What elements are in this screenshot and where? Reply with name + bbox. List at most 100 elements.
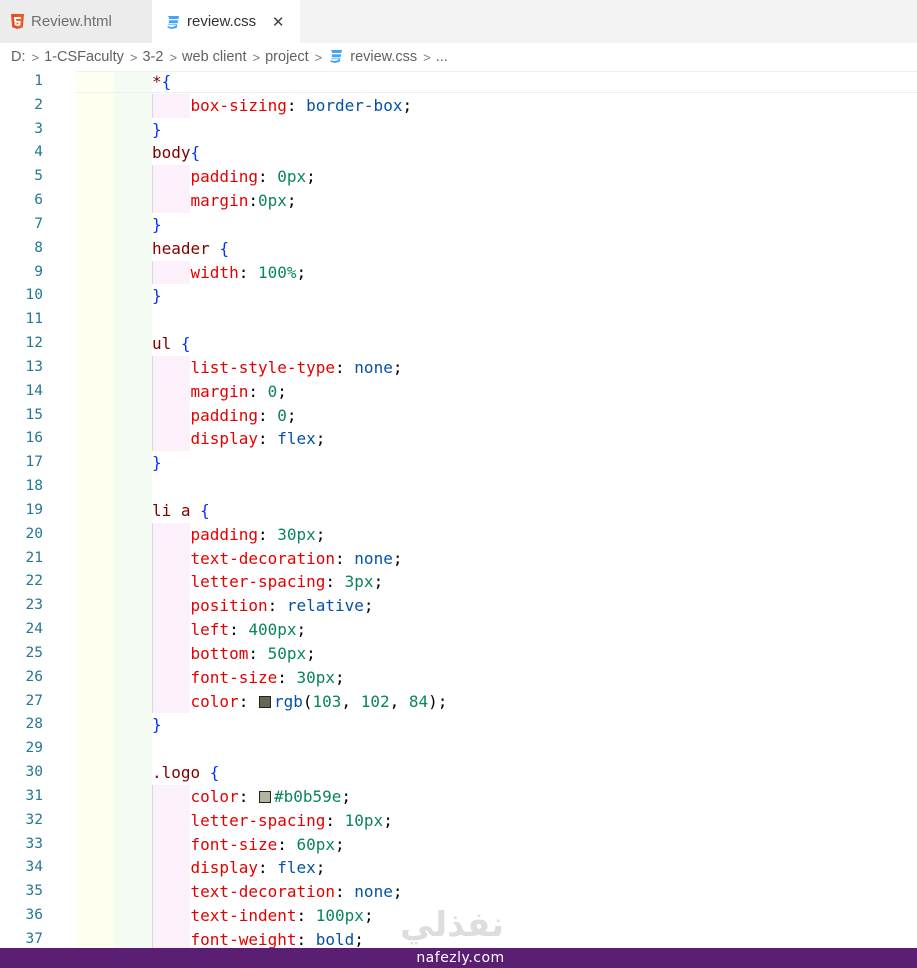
semicolon: ; (296, 262, 307, 282)
css-property: color (190, 691, 239, 711)
semicolon: ; (437, 691, 448, 711)
code-line[interactable]: header { (152, 237, 229, 261)
css-property: list-style-type (190, 357, 336, 377)
semicolon: ; (335, 834, 345, 854)
code-line[interactable]: *{ (152, 71, 171, 94)
breadcrumb-item[interactable]: 1-CSFaculty (44, 49, 124, 65)
code-line[interactable]: list-style-type: none; (152, 356, 403, 380)
code-line[interactable]: } (152, 451, 162, 475)
line-number: 31 (25, 787, 43, 804)
line-number: 11 (25, 311, 43, 328)
code-line[interactable]: display: flex; (152, 427, 326, 451)
code-line[interactable]: left: 400px; (152, 618, 307, 642)
watermark-logo: نفذلي (400, 905, 505, 945)
code-line[interactable]: letter-spacing: 3px; (152, 570, 384, 594)
code-line[interactable]: } (152, 118, 162, 142)
color-swatch-icon[interactable] (258, 790, 271, 803)
tab-review-html[interactable]: Review.html (0, 0, 152, 43)
code-line[interactable]: margin: 0; (152, 380, 287, 404)
breadcrumb-item[interactable]: project (265, 49, 309, 65)
semicolon: ; (392, 882, 403, 902)
colon: : (267, 596, 287, 616)
breadcrumb-ellipsis[interactable]: ... (436, 49, 448, 65)
css-number: 102 (360, 691, 390, 711)
semicolon: ; (315, 524, 326, 544)
code-line[interactable]: margin:0px; (152, 189, 297, 213)
line-number: 37 (25, 930, 43, 947)
breadcrumb-file[interactable]: review.css (350, 49, 417, 65)
tab-review-css[interactable]: review.css ✕ (152, 0, 300, 43)
semicolon: ; (363, 906, 374, 926)
line-number: 33 (25, 835, 43, 852)
css-number: 60px (296, 834, 336, 854)
line-number: 28 (25, 716, 43, 733)
css-number: 100px (315, 906, 364, 926)
line-number: 21 (25, 549, 43, 566)
line-number: 17 (25, 454, 43, 471)
code-line[interactable]: text-indent: 100px; (152, 904, 374, 928)
css-property: letter-spacing (190, 572, 326, 592)
tab-bar: Review.html review.css ✕ (0, 0, 917, 43)
code-line[interactable]: display: flex; (152, 856, 326, 880)
code-line[interactable]: font-weight: bold; (152, 928, 364, 948)
code-line[interactable]: } (152, 713, 162, 737)
code-line[interactable]: font-size: 30px; (152, 666, 345, 690)
code-line[interactable]: color: #b0b59e; (152, 785, 352, 809)
code-editor[interactable]: 1 2 3 4 5 6 7 8 9 10 11 12 13 14 15 16 17 18 19 20 21 22 23 24 2… (0, 71, 917, 948)
breadcrumb-item[interactable]: 3-2 (142, 49, 163, 65)
css-selector: ul (152, 334, 181, 354)
chevron-right-icon: > (31, 49, 40, 65)
line-number: 29 (25, 740, 43, 757)
breadcrumb: D: > 1-CSFaculty > 3-2 > web client > pr… (0, 43, 917, 71)
css-property: text-indent (190, 906, 297, 926)
code-line[interactable]: font-size: 60px; (152, 833, 345, 857)
code-line[interactable]: .logo { (152, 761, 219, 785)
code-line[interactable]: ul { (152, 332, 191, 356)
semicolon: ; (392, 357, 403, 377)
brace: { (200, 500, 210, 520)
css-property: left (190, 620, 230, 640)
semicolon: ; (315, 429, 326, 449)
colon: : (325, 810, 345, 830)
tab-label: Review.html (31, 13, 112, 30)
css-value: relative (286, 596, 364, 616)
code-line[interactable]: letter-spacing: 10px; (152, 809, 393, 833)
code-line[interactable]: li a { (152, 499, 210, 523)
code-line[interactable]: text-decoration: none; (152, 547, 403, 571)
colon: : (257, 167, 278, 187)
semicolon: ; (286, 405, 297, 425)
line-number: 34 (25, 859, 43, 876)
code-line[interactable]: body{ (152, 141, 200, 165)
code-line[interactable]: bottom: 50px; (152, 642, 316, 666)
breadcrumb-item[interactable]: web client (182, 49, 246, 65)
line-number: 23 (25, 597, 43, 614)
line-number: 16 (25, 430, 43, 447)
code-line[interactable]: padding: 0px; (152, 165, 316, 189)
code-line[interactable]: } (152, 213, 162, 237)
css-value: none (354, 357, 393, 377)
close-icon[interactable]: ✕ (270, 13, 286, 31)
css-number: 0 (267, 381, 278, 401)
css-property: text-decoration (190, 882, 336, 902)
code-line[interactable]: width: 100%; (152, 261, 307, 285)
code-line[interactable]: color: rgb(103, 102, 84); (152, 690, 448, 714)
code-line[interactable]: box-sizing: border-box; (152, 94, 413, 118)
code-line[interactable]: } (152, 284, 162, 308)
line-number-gutter: 1 2 3 4 5 6 7 8 9 10 11 12 13 14 15 16 17 18 19 20 21 22 23 24 2… (0, 71, 76, 948)
css-number: 30px (277, 524, 316, 544)
code-line[interactable]: padding: 0; (152, 404, 297, 428)
color-swatch-icon[interactable] (258, 695, 271, 708)
code-line[interactable]: padding: 30px; (152, 523, 326, 547)
breadcrumb-item[interactable]: D: (11, 49, 26, 65)
colon: : (238, 262, 258, 282)
code-line[interactable]: position: relative; (152, 594, 374, 618)
semicolon: ; (392, 548, 403, 568)
code-line[interactable]: text-decoration: none; (152, 880, 403, 904)
